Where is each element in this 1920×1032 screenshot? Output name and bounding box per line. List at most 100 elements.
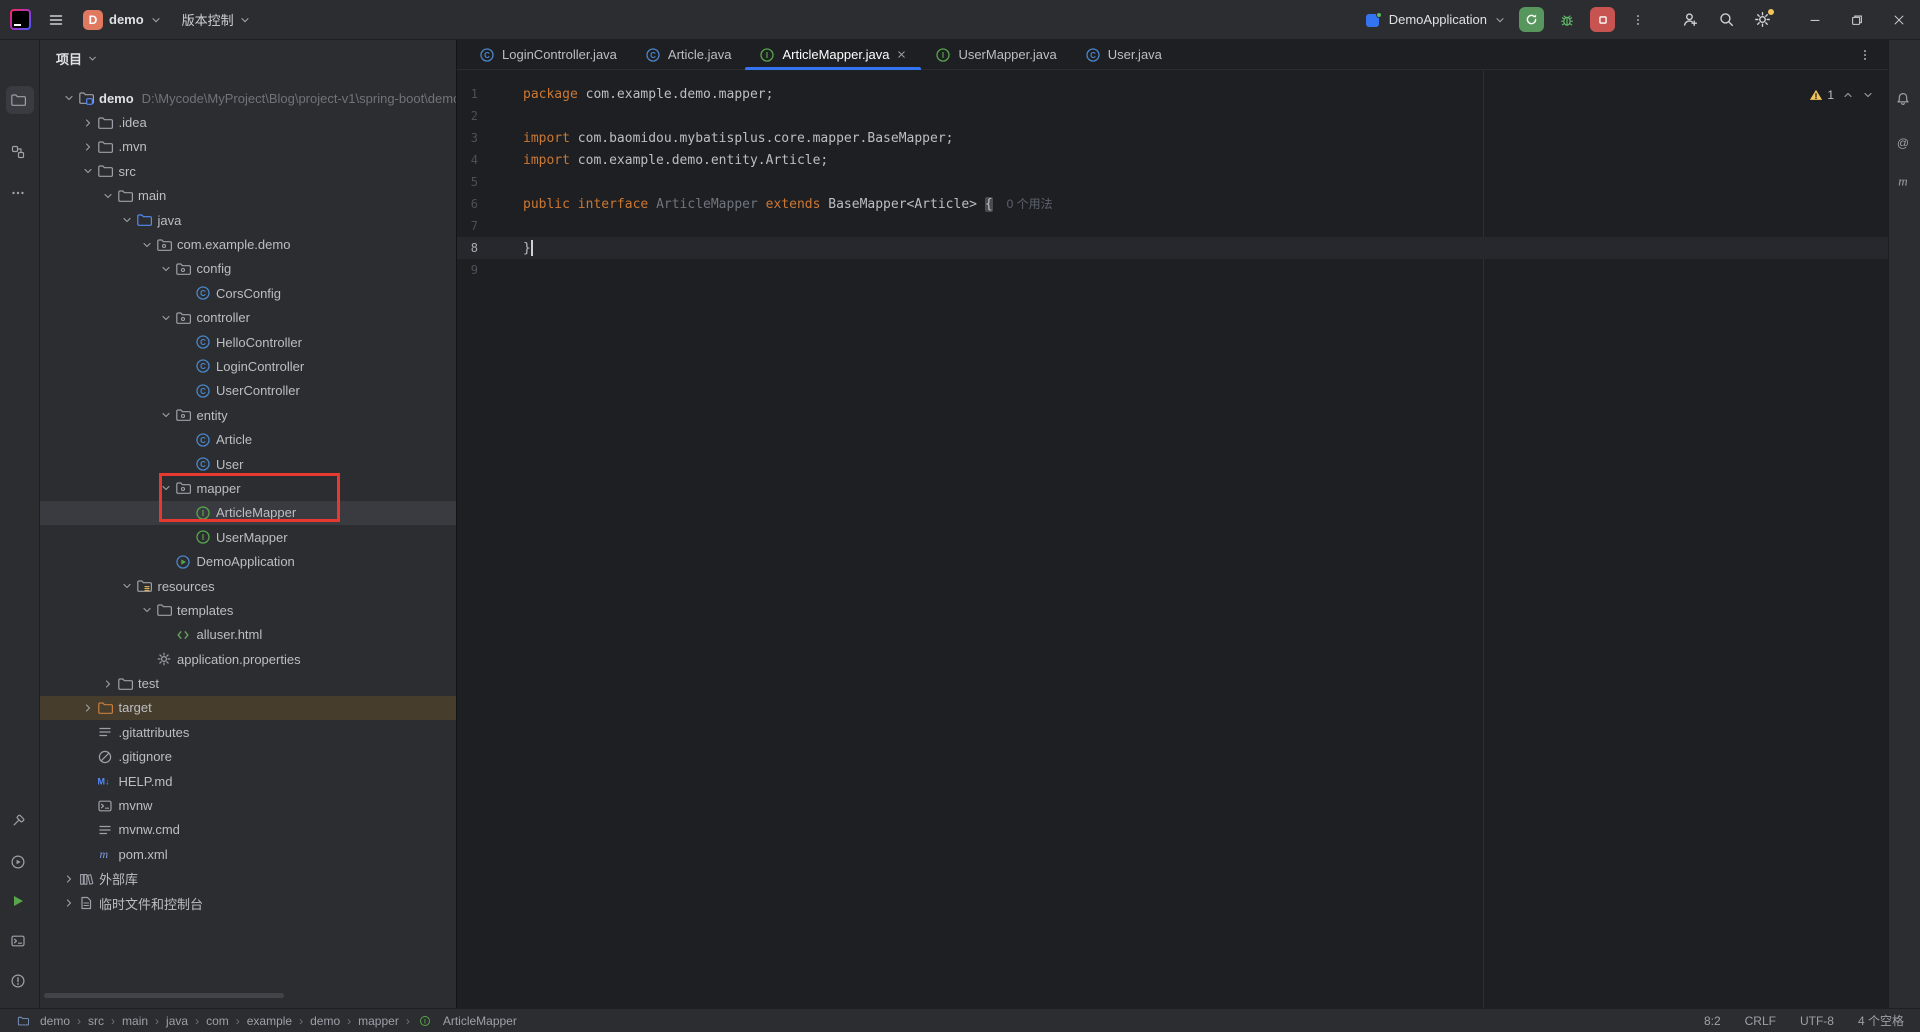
chevron-open-icon[interactable] [138, 239, 155, 251]
tree-item-main[interactable]: main [40, 184, 456, 208]
code-with-me-button[interactable] [1676, 6, 1704, 34]
status-indent[interactable]: 4 个空格 [1858, 1012, 1904, 1029]
status-line-separator[interactable]: CRLF [1745, 1014, 1776, 1028]
tree-item-DemoApplication[interactable]: DemoApplication [40, 549, 456, 573]
breadcrumb-demo[interactable]: demo [14, 1013, 70, 1029]
tree-item-java[interactable]: java [40, 208, 456, 232]
tree-item-UserController[interactable]: CUserController [40, 379, 456, 403]
stop-button[interactable] [1590, 7, 1615, 32]
tree-item-CorsConfig[interactable]: CCorsConfig [40, 281, 456, 305]
code-line-1[interactable]: 1package com.example.demo.mapper; [457, 83, 1888, 105]
search-everywhere-button[interactable] [1712, 6, 1740, 34]
chevron-open-icon[interactable] [158, 263, 175, 275]
vcs-widget[interactable]: 版本控制 [174, 7, 259, 32]
tree-item-src[interactable]: src [40, 159, 456, 183]
tree-item-mvnw.cmd[interactable]: mvnw.cmd [40, 818, 456, 842]
tree-item-demo[interactable]: demoD:\Mycode\MyProject\Blog\project-v1\… [40, 86, 456, 110]
tree-item-application.properties[interactable]: application.properties [40, 647, 456, 671]
stripe-button-maven[interactable]: m [1891, 167, 1919, 195]
stripe-button-more[interactable] [6, 179, 34, 207]
chevron-open-icon[interactable] [119, 580, 136, 592]
close-button[interactable] [1878, 0, 1920, 40]
minimize-button[interactable] [1794, 0, 1836, 40]
tree-item-alluser.html[interactable]: alluser.html [40, 623, 456, 647]
tree-item-templates[interactable]: templates [40, 598, 456, 622]
stripe-button-project-folder[interactable] [6, 86, 34, 114]
breadcrumb-main[interactable]: main [122, 1014, 148, 1028]
stripe-button-notifications-bell[interactable] [1891, 85, 1919, 113]
code-line-3[interactable]: 3import com.baomidou.mybatisplus.core.ma… [457, 127, 1888, 149]
run-configuration-selector[interactable]: DemoApplication [1358, 12, 1514, 28]
tree-item-LoginController[interactable]: CLoginController [40, 354, 456, 378]
stripe-button-build-hammer[interactable] [6, 807, 34, 835]
chevron-open-icon[interactable] [158, 409, 175, 421]
tab-ArticleMapper.java[interactable]: IArticleMapper.java [745, 40, 921, 69]
chevron-open-icon[interactable] [119, 214, 136, 226]
status-caret-position[interactable]: 8:2 [1704, 1014, 1721, 1028]
tab-LoginController.java[interactable]: CLoginController.java [465, 40, 631, 69]
tab-Article.java[interactable]: CArticle.java [631, 40, 746, 69]
tree-item-.gitignore[interactable]: .gitignore [40, 745, 456, 769]
code-line-7[interactable]: 7 [457, 215, 1888, 237]
tree-item-pom.xml[interactable]: mpom.xml [40, 842, 456, 866]
stripe-button-services[interactable] [6, 887, 34, 915]
breadcrumb-src[interactable]: src [88, 1014, 104, 1028]
code-line-8[interactable]: 8} [457, 237, 1888, 259]
status-encoding[interactable]: UTF-8 [1800, 1014, 1834, 1028]
rerun-button[interactable] [1519, 7, 1544, 32]
tree-item-.idea[interactable]: .idea [40, 110, 456, 134]
tree-item-config[interactable]: config [40, 257, 456, 281]
breadcrumb-com[interactable]: com [206, 1014, 229, 1028]
project-widget[interactable]: D demo [77, 7, 168, 33]
chevron-closed-icon[interactable] [80, 117, 97, 129]
tab-close-icon[interactable] [896, 49, 907, 60]
debug-button[interactable] [1553, 6, 1581, 34]
chevron-closed-icon[interactable] [60, 873, 77, 885]
chevron-open-icon[interactable] [80, 165, 97, 177]
maximize-button[interactable] [1836, 0, 1878, 40]
tree-item-UserMapper[interactable]: IUserMapper [40, 525, 456, 549]
tree-item-test[interactable]: test [40, 671, 456, 695]
tab-options-button[interactable] [1842, 40, 1888, 69]
tree-item-Article[interactable]: CArticle [40, 427, 456, 451]
chevron-closed-icon[interactable] [99, 678, 116, 690]
code-line-4[interactable]: 4import com.example.demo.entity.Article; [457, 149, 1888, 171]
project-panel-header[interactable]: 项目 [40, 40, 456, 76]
code-line-2[interactable]: 2 [457, 105, 1888, 127]
stripe-button-problems[interactable] [6, 967, 34, 995]
breadcrumb-mapper[interactable]: mapper [358, 1014, 399, 1028]
horizontal-scrollbar[interactable] [44, 993, 284, 998]
stripe-button-structure[interactable] [6, 138, 34, 166]
stripe-button-ai-assistant[interactable]: @ [1891, 129, 1919, 157]
more-actions-button[interactable] [1624, 6, 1652, 34]
inspections-widget[interactable]: 1 [1809, 88, 1874, 102]
tree-item-.gitattributes[interactable]: .gitattributes [40, 720, 456, 744]
chevron-closed-icon[interactable] [60, 897, 77, 909]
tree-item-HELP.md[interactable]: M↓HELP.md [40, 769, 456, 793]
tree-item-controller[interactable]: controller [40, 306, 456, 330]
breadcrumb-ArticleMapper[interactable]: IArticleMapper [417, 1013, 517, 1029]
tree-item-target[interactable]: target [40, 696, 456, 720]
code-line-6[interactable]: 6public interface ArticleMapper extends … [457, 193, 1888, 215]
code-line-9[interactable]: 9 [457, 259, 1888, 281]
chevron-closed-icon[interactable] [80, 141, 97, 153]
breadcrumb-example[interactable]: example [247, 1014, 292, 1028]
tree-item-临时文件和控制台[interactable]: 临时文件和控制台 [40, 891, 456, 915]
code-editor[interactable]: 1package com.example.demo.mapper;23impor… [457, 70, 1888, 1008]
chevron-open-icon[interactable] [99, 190, 116, 202]
chevron-open-icon[interactable] [60, 92, 77, 104]
chevron-down-icon[interactable] [1862, 89, 1874, 101]
chevron-open-icon[interactable] [138, 604, 155, 616]
tree-item-com.example.demo[interactable]: com.example.demo [40, 232, 456, 256]
tab-UserMapper.java[interactable]: IUserMapper.java [921, 40, 1070, 69]
tree-item-.mvn[interactable]: .mvn [40, 135, 456, 159]
tree-item-resources[interactable]: resources [40, 574, 456, 598]
main-menu-button[interactable] [41, 5, 71, 35]
tree-item-mvnw[interactable]: mvnw [40, 793, 456, 817]
settings-button[interactable] [1748, 6, 1776, 34]
breadcrumb-java[interactable]: java [166, 1014, 188, 1028]
tree-item-entity[interactable]: entity [40, 403, 456, 427]
chevron-open-icon[interactable] [158, 312, 175, 324]
stripe-button-terminal[interactable] [6, 927, 34, 955]
code-line-5[interactable]: 5 [457, 171, 1888, 193]
